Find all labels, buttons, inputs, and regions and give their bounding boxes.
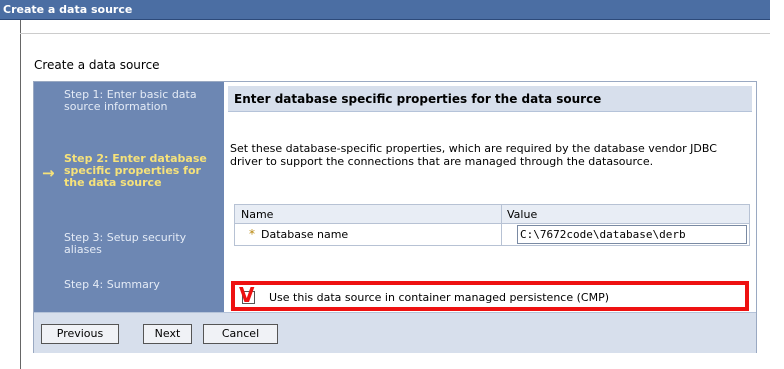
column-header-name: Name [241,208,274,221]
column-separator [501,205,502,245]
top-divider [20,33,770,34]
database-name-input[interactable] [517,225,747,244]
cmp-checkbox-label: Use this data source in container manage… [269,291,609,304]
wizard-steps-panel: Step 1: Enter basic data source informat… [34,82,224,312]
step-3: Step 3: Setup security aliases [64,231,187,256]
checkmark-icon: V [239,283,255,307]
table-header [235,205,749,224]
step-1: Step 1: Enter basic data source informat… [64,88,197,113]
content-area: Enter database specific properties for t… [224,82,756,312]
cancel-button[interactable]: Cancel [203,324,278,344]
column-header-value: Value [507,208,538,221]
next-button[interactable]: Next [143,324,192,344]
step-2-current: Step 2: Enter database specific properti… [64,152,207,189]
cmp-highlight-box: V Use this data source in container mana… [231,281,749,311]
window-title-bar: Create a data source [0,0,770,20]
step-4: Step 4: Summary [64,278,160,291]
content-heading: Enter database specific properties for t… [228,86,752,112]
button-bar: Previous Next Cancel [34,312,756,353]
wizard-panel: Step 1: Enter basic data source informat… [33,81,757,353]
properties-table: Name Value * Database name [234,204,750,246]
database-name-label: Database name [261,228,349,241]
current-step-arrow-icon: → [42,164,55,182]
required-asterisk-icon: * [249,227,255,241]
left-divider [20,20,21,369]
section-label: Create a data source [34,58,160,72]
previous-button[interactable]: Previous [41,324,119,344]
content-description: Set these database-specific properties, … [230,142,717,168]
